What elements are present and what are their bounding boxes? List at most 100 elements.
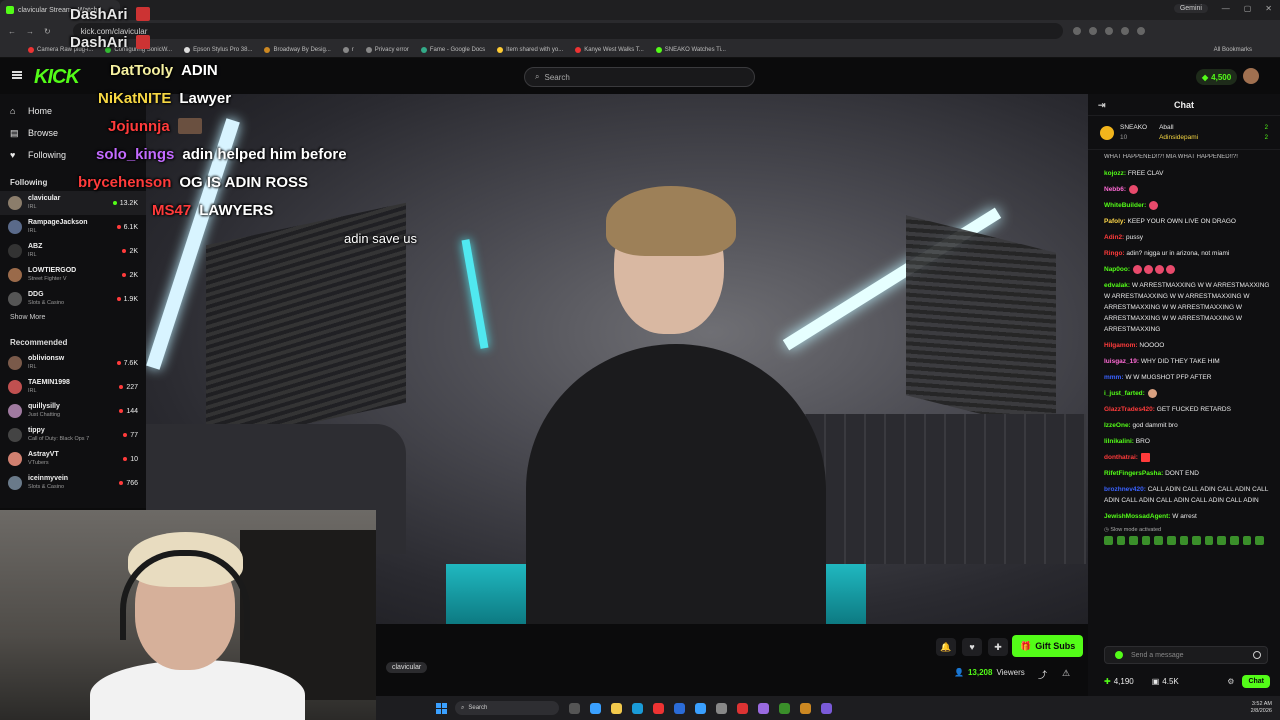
chat-username[interactable]: Pafoly: [1104, 218, 1126, 225]
close-icon[interactable]: ✕ [1265, 4, 1272, 13]
window-controls: — ▢ ✕ [1222, 4, 1272, 13]
bookmark[interactable]: SNEAKO Watches Ti... [655, 46, 726, 53]
app-icon[interactable] [716, 702, 727, 714]
app-icon[interactable] [821, 702, 832, 714]
avatar [8, 380, 22, 394]
chat-username[interactable]: Hilgamom: [1104, 342, 1138, 349]
message-text: pussy [1126, 234, 1144, 241]
show-more-link[interactable]: Show More [0, 311, 146, 324]
chat-username[interactable]: i_just_farted: [1104, 390, 1145, 397]
channel-item[interactable]: oblivionsw IRL 7.6K [0, 351, 146, 375]
channel-name: iceinmyvein [28, 475, 69, 482]
emote-icon[interactable] [1167, 536, 1176, 545]
emote-icon[interactable] [1230, 536, 1239, 545]
app-icon[interactable] [674, 702, 685, 714]
smiley-icon[interactable] [1253, 651, 1261, 659]
bookmark-label: Item shared with yo... [506, 46, 564, 53]
chat-username[interactable]: Adin2: [1104, 234, 1124, 241]
hamburger-menu-icon[interactable] [12, 71, 22, 79]
bookmark-star-icon[interactable] [1088, 27, 1097, 35]
extension-icon[interactable] [1104, 27, 1113, 35]
chat-send-button[interactable]: Chat [1242, 674, 1270, 688]
share-icon[interactable]: ⤴ [1038, 668, 1047, 681]
heart-icon[interactable]: ♥ [962, 638, 982, 656]
channel-points[interactable]: ✚ 4,190 [1104, 677, 1134, 686]
windows-start-icon[interactable] [436, 702, 447, 714]
emote-icon[interactable] [1217, 536, 1227, 545]
chat-username[interactable]: JewishMossadAgent: [1104, 513, 1170, 520]
chat-username[interactable]: mmm: [1104, 374, 1124, 381]
emote-icon[interactable] [1179, 536, 1189, 545]
channel-item[interactable]: LOWTIERGOD Street Fighter V 2K [0, 263, 146, 287]
channel-category: VTubers [28, 460, 49, 466]
file-explorer-icon[interactable] [611, 702, 622, 714]
emote-picker-icon[interactable] [1115, 651, 1123, 659]
zoom-icon[interactable] [1072, 27, 1081, 35]
minimize-icon[interactable]: — [1222, 4, 1230, 13]
search-input[interactable]: ⌕ Search [524, 67, 755, 87]
emote-icon[interactable] [1255, 536, 1264, 545]
forward-icon[interactable]: → [26, 27, 34, 36]
app-icon[interactable] [695, 702, 706, 714]
collapse-chat-icon[interactable]: ⇥ [1098, 100, 1106, 111]
chat-username[interactable]: brozhnev420: [1104, 486, 1146, 493]
chat-username[interactable]: IzzeOne: [1104, 422, 1131, 429]
notification-bell-icon[interactable]: 🔔 [936, 638, 956, 656]
app-icon[interactable] [779, 702, 790, 714]
emote-icon[interactable] [1242, 536, 1252, 545]
app-icon[interactable] [758, 702, 769, 714]
chrome-icon[interactable] [653, 702, 664, 714]
channel-item[interactable]: AstrayVT VTubers 10 [0, 447, 146, 471]
reload-icon[interactable]: ↻ [44, 27, 51, 36]
bookmark[interactable]: Kanye West Walks T... [575, 46, 644, 53]
maximize-icon[interactable]: ▢ [1244, 4, 1252, 13]
chat-username[interactable]: luisgaz_19: [1104, 358, 1139, 365]
k-points[interactable]: ▣ 4.5K [1152, 677, 1179, 686]
task-view-icon[interactable] [569, 702, 580, 714]
user-avatar[interactable] [1243, 68, 1259, 84]
edge-icon[interactable] [632, 702, 643, 714]
channel-item[interactable]: tippy Call of Duty: Black Ops 7 77 [0, 423, 146, 447]
taskbar-search[interactable]: ⌕ Search [455, 701, 559, 715]
chat-username[interactable]: GlazzTrades420: [1104, 406, 1155, 413]
chat-username[interactable]: edvalak: [1104, 282, 1130, 289]
gear-icon[interactable]: ⚙ [1227, 677, 1234, 686]
emote-icon[interactable] [1192, 536, 1201, 545]
more-options-icon[interactable]: ✚ [988, 638, 1008, 656]
menu-icon[interactable] [1136, 27, 1145, 35]
emote-icon[interactable] [1154, 536, 1164, 545]
bookmark[interactable]: Item shared with yo... [497, 46, 564, 53]
back-icon[interactable]: ← [8, 27, 16, 36]
gemini-button[interactable]: Gemini [1173, 4, 1208, 13]
profile-icon[interactable] [1120, 27, 1129, 35]
emote-icon[interactable] [1204, 536, 1214, 545]
points-value: 4,500 [1211, 72, 1232, 82]
emote-icon[interactable] [1141, 536, 1151, 545]
emote-icon[interactable] [1129, 536, 1138, 545]
chat-username[interactable]: kojozz: [1104, 170, 1126, 177]
chat-username[interactable]: donthatrai: [1104, 454, 1138, 461]
chat-username[interactable]: Nap0oo: [1104, 266, 1130, 273]
avatar [8, 428, 22, 442]
channel-item[interactable]: TAEMIN1998 IRL 227 [0, 375, 146, 399]
stream-tag[interactable]: clavicular [386, 662, 428, 673]
channel-item[interactable]: quillysilly Just Chatting 144 [0, 399, 146, 423]
chat-username[interactable]: Ringo: [1104, 250, 1125, 257]
channel-item[interactable]: DDG Slots & Casino 1.9K [0, 287, 146, 311]
chat-username[interactable]: Nebb6: [1104, 186, 1126, 193]
chat-username[interactable]: WhiteBuilder: [1104, 202, 1146, 209]
points-badge[interactable]: ◆ 4,500 [1196, 69, 1238, 85]
channel-item[interactable]: iceinmyvein Slots & Casino 766 [0, 471, 146, 495]
emote-icon[interactable] [1116, 536, 1126, 545]
app-icon[interactable] [737, 702, 748, 714]
chat-message-input[interactable]: Send a message [1104, 646, 1268, 664]
emote-icon[interactable] [1104, 536, 1113, 545]
chat-username[interactable]: lilnikalini: [1104, 438, 1134, 445]
system-clock[interactable]: 3:52 AM 2/8/2026 [1251, 701, 1272, 715]
warning-icon[interactable]: ⚠ [1062, 668, 1070, 679]
chat-username[interactable]: RifetFingersPasha: [1104, 470, 1163, 477]
gift-subs-button[interactable]: 🎁 Gift Subs [1012, 635, 1084, 657]
app-icon[interactable] [590, 702, 601, 714]
app-icon[interactable] [800, 702, 811, 714]
all-bookmarks[interactable]: All Bookmarks [1214, 47, 1252, 53]
